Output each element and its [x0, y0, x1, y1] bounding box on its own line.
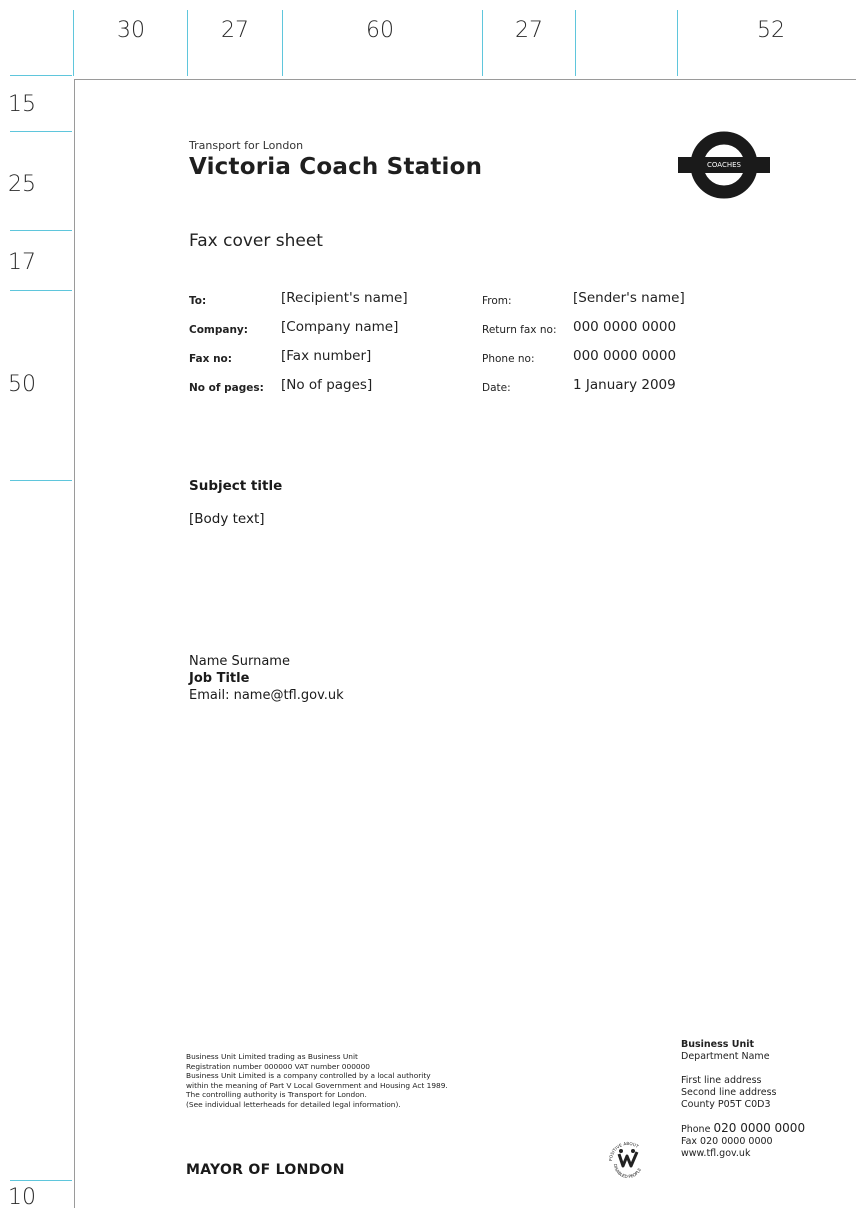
field-value-company: [Company name]	[281, 319, 399, 335]
address-line-1: First line address	[681, 1075, 762, 1086]
address-fax: Fax 020 0000 0000	[681, 1136, 773, 1147]
mayor-of-london-logo: MAYOR OF LONDON	[186, 1162, 345, 1178]
org-name: Transport for London	[189, 139, 304, 152]
svg-text:DISABLED PEOPLE: DISABLED PEOPLE	[613, 1164, 642, 1180]
address-web: www.tfl.gov.uk	[681, 1148, 751, 1159]
field-label-return-fax: Return fax no:	[482, 324, 557, 336]
guide-h1	[10, 75, 72, 76]
field-label-pages: No of pages:	[189, 382, 264, 394]
guide-h5	[10, 480, 72, 481]
guide-v6	[677, 10, 678, 76]
coaches-roundel-logo: COACHES	[678, 131, 770, 199]
phone-label: Phone	[681, 1124, 711, 1135]
signature-block: Name Surname Job Title Email: name@tfl.g…	[189, 653, 344, 704]
ruler-left-17: 17	[8, 250, 36, 275]
ruler-left-50: 50	[8, 372, 36, 397]
legal-notice: Business Unit Limited trading as Busines…	[186, 1052, 448, 1110]
page-edge-top	[74, 79, 856, 80]
ruler-left-15: 15	[8, 92, 36, 117]
phone-number: 020 0000 0000	[713, 1121, 806, 1135]
subject-title: Subject title	[189, 478, 283, 494]
guide-h3	[10, 230, 72, 231]
page-title: Victoria Coach Station	[189, 154, 483, 180]
field-value-pages: [No of pages]	[281, 377, 373, 393]
address-block: Business Unit Department Name First line…	[681, 1039, 805, 1160]
guide-v5	[575, 10, 576, 76]
ruler-left-25: 25	[8, 172, 36, 197]
field-label-to: To:	[189, 295, 207, 307]
guide-v1	[73, 10, 74, 76]
field-value-fax: [Fax number]	[281, 348, 372, 364]
signature-job-title: Job Title	[189, 671, 250, 686]
address-unit: Business Unit	[681, 1039, 755, 1050]
field-label-company: Company:	[189, 324, 248, 336]
legal-line: (See individual letterheads for detailed…	[186, 1099, 401, 1109]
address-phone: Phone 020 0000 0000	[681, 1122, 805, 1136]
guide-h6	[10, 1180, 72, 1181]
address-department: Department Name	[681, 1051, 770, 1062]
field-label-date: Date:	[482, 382, 511, 394]
field-label-phone: Phone no:	[482, 353, 535, 365]
address-line-3: County P05T C0D3	[681, 1099, 771, 1110]
doc-type-heading: Fax cover sheet	[189, 231, 323, 251]
guide-v4	[482, 10, 483, 76]
ruler-top-30: 30	[117, 18, 145, 43]
address-line-2: Second line address	[681, 1087, 777, 1098]
legal-line: The controlling authority is Transport f…	[186, 1090, 367, 1100]
ruler-top-27a: 27	[221, 18, 249, 43]
guide-h4	[10, 290, 72, 291]
positive-about-disabled-people-icon: POSITIVE ABOUT DISABLED PEOPLE	[607, 1140, 649, 1182]
field-label-from: From:	[482, 295, 512, 307]
roundel-label: COACHES	[707, 161, 741, 169]
legal-line: Business Unit Limited is a company contr…	[186, 1071, 431, 1081]
ruler-top-52: 52	[757, 18, 785, 43]
body-text: [Body text]	[189, 511, 265, 527]
field-value-return-fax: 000 0000 0000	[573, 319, 677, 335]
field-value-sender: [Sender's name]	[573, 290, 685, 306]
guide-v3	[282, 10, 283, 76]
signature-email: Email: name@tfl.gov.uk	[189, 688, 344, 703]
legal-line: within the meaning of Part V Local Gover…	[186, 1080, 448, 1090]
field-value-phone: 000 0000 0000	[573, 348, 677, 364]
guide-v2	[187, 10, 188, 76]
legal-line: Business Unit Limited trading as Busines…	[186, 1052, 358, 1061]
page-edge-left	[74, 79, 75, 1208]
ruler-top-60: 60	[366, 18, 394, 43]
ruler-left-10: 10	[8, 1185, 36, 1210]
signature-name: Name Surname	[189, 654, 290, 669]
field-value-recipient: [Recipient's name]	[281, 290, 408, 306]
guide-h2	[10, 131, 72, 132]
legal-line: Registration number 000000 VAT number 00…	[186, 1061, 371, 1071]
field-label-fax: Fax no:	[189, 353, 232, 365]
ruler-top-27b: 27	[515, 18, 543, 43]
field-value-date: 1 January 2009	[573, 377, 676, 393]
